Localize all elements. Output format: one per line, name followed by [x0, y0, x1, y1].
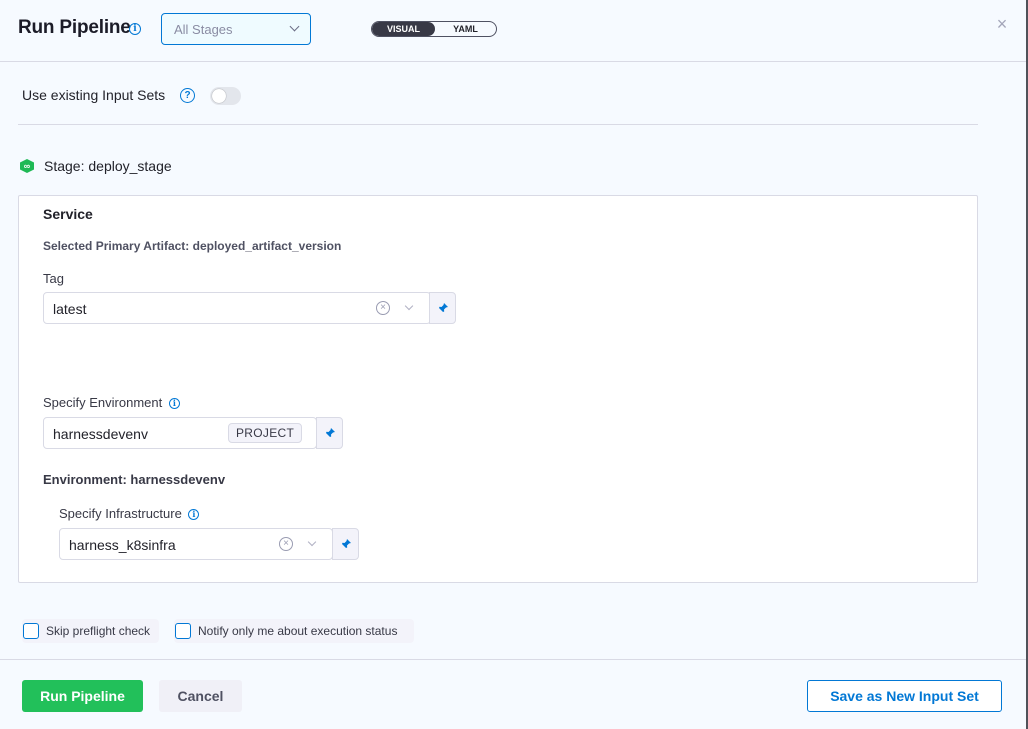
skip-preflight-checkbox[interactable]: Skip preflight check	[22, 619, 159, 643]
footer-divider	[0, 659, 1026, 660]
info-icon[interactable]: i	[129, 23, 141, 35]
tag-value: latest	[53, 301, 87, 317]
infrastructure-input[interactable]: harness_k8sinfra ×	[59, 528, 333, 560]
tag-label: Tag	[43, 271, 64, 286]
notify-only-me-checkbox[interactable]: Notify only me about execution status	[174, 619, 414, 643]
infrastructure-label: Specify Infrastructure i	[59, 506, 200, 521]
help-icon[interactable]: ?	[180, 88, 195, 103]
environment-label: Specify Environment i	[43, 395, 180, 410]
environment-input[interactable]: harnessdevenv PROJECT	[43, 417, 317, 449]
close-icon[interactable]: ×	[995, 15, 1009, 33]
environment-section-title: Environment: harnessdevenv	[43, 472, 226, 487]
pin-icon[interactable]	[429, 292, 456, 324]
stage-inputs-card: Service Selected Primary Artifact: deplo…	[18, 195, 978, 583]
deploy-stage-icon: ∞	[20, 159, 34, 173]
tag-input[interactable]: latest ×	[43, 292, 431, 324]
info-icon[interactable]: i	[188, 509, 200, 521]
info-icon[interactable]: i	[168, 398, 180, 410]
tab-visual[interactable]: VISUAL	[372, 22, 435, 36]
chevron-down-icon[interactable]	[307, 537, 317, 547]
service-title: Service	[43, 206, 93, 222]
environment-value: harnessdevenv	[53, 426, 148, 442]
stage-select-value: All Stages	[174, 22, 233, 37]
stage-title: Stage: deploy_stage	[44, 158, 172, 174]
save-as-new-input-set-button[interactable]: Save as New Input Set	[807, 680, 1002, 712]
primary-artifact-label: Selected Primary Artifact: deployed_arti…	[43, 239, 342, 253]
dialog-header: Run Pipeline i All Stages VISUAL YAML ×	[0, 0, 1026, 62]
toggle-knob	[212, 89, 226, 103]
pin-icon[interactable]	[332, 528, 359, 560]
checkbox-box[interactable]	[23, 623, 39, 639]
use-input-sets-label: Use existing Input Sets	[22, 87, 166, 103]
chevron-down-icon	[289, 21, 300, 32]
infrastructure-value: harness_k8sinfra	[69, 537, 176, 553]
infrastructure-label-text: Specify Infrastructure	[59, 506, 182, 521]
pin-icon[interactable]	[316, 417, 343, 449]
run-pipeline-button[interactable]: Run Pipeline	[22, 680, 143, 712]
divider	[18, 124, 978, 125]
notify-only-me-label: Notify only me about execution status	[198, 624, 398, 638]
clear-icon[interactable]: ×	[279, 537, 293, 551]
scope-badge: PROJECT	[228, 423, 303, 443]
environment-label-text: Specify Environment	[43, 395, 163, 410]
dialog-title: Run Pipeline	[18, 17, 131, 38]
clear-icon[interactable]: ×	[376, 301, 390, 315]
skip-preflight-label: Skip preflight check	[46, 624, 151, 638]
use-input-sets-toggle[interactable]	[210, 87, 241, 105]
view-mode-toggle[interactable]: VISUAL YAML	[371, 21, 497, 37]
chevron-down-icon[interactable]	[404, 301, 414, 311]
checkbox-box[interactable]	[175, 623, 191, 639]
tab-yaml[interactable]: YAML	[435, 22, 496, 36]
cancel-button[interactable]: Cancel	[159, 680, 242, 712]
stage-select-dropdown[interactable]: All Stages	[161, 13, 311, 45]
